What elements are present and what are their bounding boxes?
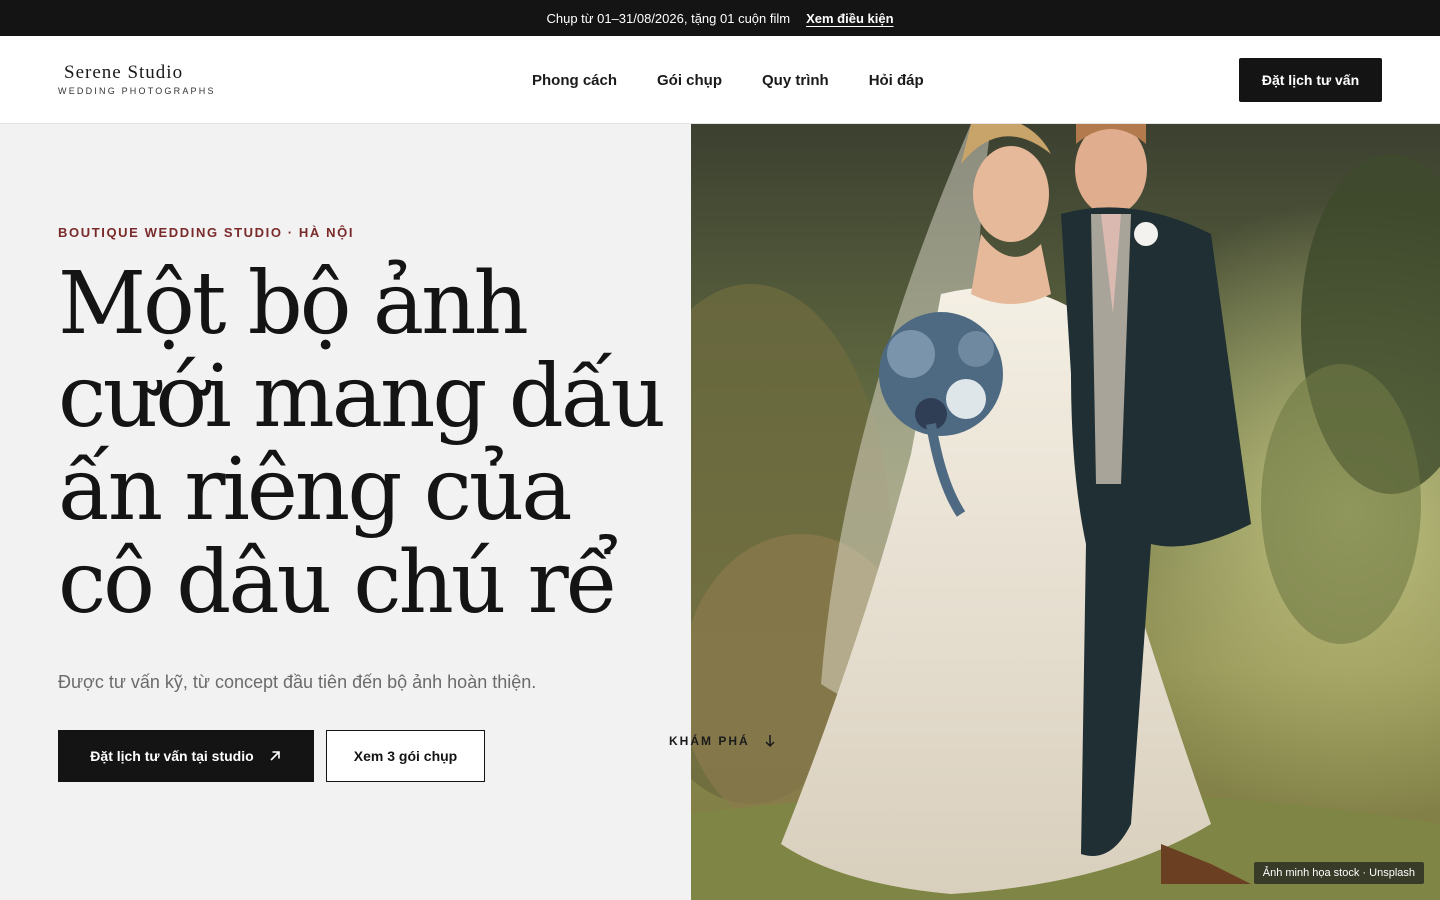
explore-label: KHÁM PHÁ	[669, 734, 750, 748]
brand-tagline: WEDDING PHOTOGRAPHS	[58, 86, 216, 96]
nav-item-process[interactable]: Quy trình	[762, 72, 829, 89]
book-studio-consultation-button[interactable]: Đặt lịch tư vấn tại studio	[58, 730, 314, 782]
headline-line: cưới mang dấu	[58, 347, 666, 447]
site-header: Serene Studio WEDDING PHOTOGRAPHS Phong …	[0, 36, 1440, 124]
hero-headline: Một bộ ảnh cưới mang dấu ấn riêng của cô…	[58, 258, 698, 630]
book-consultation-button[interactable]: Đặt lịch tư vấn	[1239, 58, 1382, 102]
headline-line: cô dâu chú rể	[58, 533, 619, 633]
view-packages-button[interactable]: Xem 3 gói chụp	[326, 730, 485, 782]
image-credit: Ảnh minh họa stock · Unsplash	[1253, 862, 1424, 884]
promo-terms-link[interactable]: Xem điều kiện	[806, 11, 893, 26]
hero-wedding-photo: Ảnh minh họa stock · Unsplash	[691, 124, 1440, 900]
main-nav: Phong cách Gói chụp Quy trình Hỏi đáp	[532, 36, 924, 124]
primary-cta-label: Đặt lịch tư vấn tại studio	[90, 748, 254, 764]
brand-name: Serene Studio	[64, 62, 184, 83]
hero-text-panel: BOUTIQUE WEDDING STUDIO · HÀ NỘI Một bộ …	[0, 124, 691, 900]
headline-line: Một bộ ảnh	[58, 254, 529, 354]
promo-text: Chụp từ 01–31/08/2026, tặng 01 cuộn film	[546, 10, 791, 26]
headline-line: ấn riêng của	[58, 440, 573, 540]
arrow-down-icon	[765, 735, 775, 748]
nav-item-style[interactable]: Phong cách	[532, 72, 617, 89]
nav-item-faq[interactable]: Hỏi đáp	[869, 72, 924, 89]
nav-item-packages[interactable]: Gói chụp	[657, 72, 722, 89]
hero-subtitle: Được tư vấn kỹ, từ concept đầu tiên đến …	[58, 672, 537, 692]
explore-scroll-link[interactable]: KHÁM PHÁ	[669, 734, 776, 748]
hero-eyebrow: BOUTIQUE WEDDING STUDIO · HÀ NỘI	[58, 225, 355, 240]
arrow-up-right-icon	[270, 751, 280, 761]
brand-logo[interactable]: Serene Studio WEDDING PHOTOGRAPHS	[58, 62, 216, 96]
wedding-couple-photo	[691, 124, 1440, 900]
promo-bar: Chụp từ 01–31/08/2026, tặng 01 cuộn film…	[0, 0, 1440, 36]
secondary-cta-label: Xem 3 gói chụp	[353, 748, 458, 764]
